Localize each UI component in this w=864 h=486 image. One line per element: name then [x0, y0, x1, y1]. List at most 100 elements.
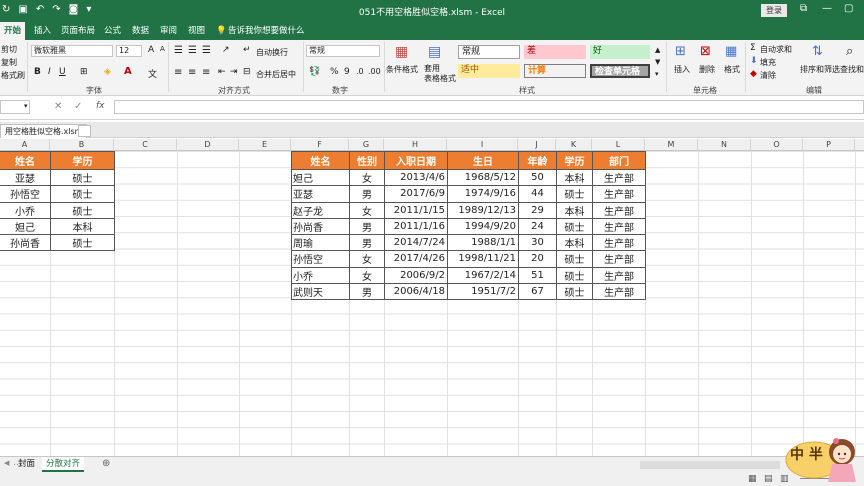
- column-header-P[interactable]: P: [803, 139, 855, 151]
- cell-birthday[interactable]: 1951/7/2: [447, 282, 519, 301]
- cell-name[interactable]: 武则天: [291, 282, 350, 301]
- phonetic-icon[interactable]: 文: [148, 67, 157, 80]
- font-name-select[interactable]: 微软雅黑: [31, 45, 113, 57]
- cut-button[interactable]: 剪切: [1, 44, 17, 55]
- cell-department[interactable]: 生产部: [592, 185, 646, 203]
- decrease-indent-icon[interactable]: ⇤: [218, 67, 226, 77]
- column-header-G[interactable]: G: [349, 139, 384, 151]
- styles-more-icon[interactable]: ▾: [655, 70, 659, 78]
- cell[interactable]: 本科: [50, 217, 115, 236]
- cell-age[interactable]: 24: [518, 217, 557, 236]
- cell-gender[interactable]: 男: [349, 282, 385, 301]
- cell-hire-date[interactable]: 2011/1/15: [384, 201, 448, 219]
- add-sheet-icon[interactable]: ⊕: [102, 458, 110, 469]
- font-size-select[interactable]: 12: [116, 45, 142, 57]
- cell-education[interactable]: 硕士: [556, 250, 593, 268]
- cell-department[interactable]: 生产部: [592, 233, 646, 252]
- cell-birthday[interactable]: 1988/1/1: [447, 233, 519, 252]
- format-cells-button[interactable]: 格式: [724, 64, 740, 75]
- cell-age[interactable]: 44: [518, 185, 557, 203]
- cell[interactable]: 孙尚香: [0, 233, 51, 252]
- cell-name[interactable]: 小乔: [291, 266, 350, 284]
- cell-education[interactable]: 硕士: [556, 217, 593, 236]
- cell-gender[interactable]: 女: [349, 250, 385, 268]
- cell-hire-date[interactable]: 2006/9/2: [384, 266, 448, 284]
- tab-review[interactable]: 审阅: [160, 22, 177, 40]
- cell-education[interactable]: 硕士: [556, 282, 593, 301]
- font-color-icon[interactable]: A: [124, 66, 132, 77]
- header-cell-gender[interactable]: 性别: [349, 151, 385, 170]
- cell-department[interactable]: 生产部: [592, 168, 646, 187]
- column-header-F[interactable]: F: [291, 139, 349, 151]
- cell-education[interactable]: 本科: [556, 201, 593, 219]
- cell-birthday[interactable]: 1974/9/16: [447, 185, 519, 203]
- align-middle-icon[interactable]: ☰: [188, 45, 197, 56]
- column-header-D[interactable]: D: [177, 139, 239, 151]
- cell-age[interactable]: 50: [518, 168, 557, 187]
- cell-birthday[interactable]: 1998/11/21: [447, 250, 519, 268]
- style-calculation[interactable]: 计算: [524, 64, 586, 78]
- cell-gender[interactable]: 女: [349, 201, 385, 219]
- insert-cells-button[interactable]: 插入: [674, 64, 690, 75]
- shrink-font-icon[interactable]: A: [160, 45, 165, 53]
- header-cell-education[interactable]: 学历: [556, 151, 593, 170]
- cell-name[interactable]: 赵子龙: [291, 201, 350, 219]
- bold-icon[interactable]: B: [34, 67, 41, 77]
- worksheet-grid[interactable]: 姓名 学历 亚瑟 硕士 孙悟空 硕士 小乔 硕士 妲己 本科 孙尚香 硕士 姓名…: [0, 151, 864, 456]
- formula-input[interactable]: [114, 100, 864, 114]
- header-cell-hire-date[interactable]: 入职日期: [384, 151, 448, 170]
- column-header-B[interactable]: B: [50, 139, 114, 151]
- column-header-H[interactable]: H: [384, 139, 447, 151]
- wrap-text-button[interactable]: 自动换行: [256, 47, 288, 58]
- cell-hire-date[interactable]: 2017/6/9: [384, 185, 448, 203]
- cell-age[interactable]: 51: [518, 266, 557, 284]
- minimize-icon[interactable]: —: [822, 3, 832, 14]
- conditional-format-button[interactable]: 条件格式: [386, 64, 418, 75]
- cell-department[interactable]: 生产部: [592, 217, 646, 236]
- column-header-L[interactable]: L: [592, 139, 645, 151]
- cell-age[interactable]: 30: [518, 233, 557, 252]
- styles-scroll-down-icon[interactable]: ▼: [655, 58, 660, 66]
- cell[interactable]: 硕士: [50, 185, 115, 203]
- column-header-N[interactable]: N: [698, 139, 751, 151]
- grow-font-icon[interactable]: A: [148, 45, 154, 55]
- cell[interactable]: 妲己: [0, 217, 51, 236]
- italic-icon[interactable]: I: [48, 67, 51, 77]
- number-format-select[interactable]: 常规: [306, 45, 380, 57]
- horizontal-scrollbar[interactable]: [640, 461, 780, 469]
- cell-education[interactable]: 硕士: [556, 185, 593, 203]
- format-painter-button[interactable]: 格式刷: [1, 70, 25, 81]
- column-header-A[interactable]: A: [0, 139, 50, 151]
- cell-hire-date[interactable]: 2013/4/6: [384, 168, 448, 187]
- cell[interactable]: 孙悟空: [0, 185, 51, 203]
- fill-button[interactable]: 填充: [760, 57, 776, 68]
- column-header-E[interactable]: E: [239, 139, 291, 151]
- column-header-O[interactable]: O: [751, 139, 803, 151]
- header-cell-education[interactable]: 学历: [50, 151, 115, 170]
- cancel-icon[interactable]: ✕: [54, 101, 62, 112]
- merge-center-button[interactable]: 合并后居中: [256, 69, 296, 80]
- cell-birthday[interactable]: 1967/2/14: [447, 266, 519, 284]
- cell-birthday[interactable]: 1968/5/12: [447, 168, 519, 187]
- align-center-icon[interactable]: ≡: [188, 67, 196, 78]
- align-top-icon[interactable]: ☰: [174, 45, 183, 56]
- header-cell-name[interactable]: 姓名: [291, 151, 350, 170]
- autosum-button[interactable]: 自动求和: [760, 44, 792, 55]
- new-document-tab[interactable]: [78, 125, 91, 137]
- cell-education[interactable]: 本科: [556, 168, 593, 187]
- cell-age[interactable]: 20: [518, 250, 557, 268]
- normal-view-icon[interactable]: ▦: [748, 474, 757, 484]
- sheet-tab-distribute[interactable]: 分散对齐: [42, 457, 85, 472]
- cell[interactable]: 亚瑟: [0, 168, 51, 187]
- currency-icon[interactable]: 💱: [309, 67, 320, 77]
- cell-hire-date[interactable]: 2011/1/16: [384, 217, 448, 236]
- borders-icon[interactable]: ⊞: [80, 67, 88, 77]
- style-neutral[interactable]: 适中: [458, 64, 520, 78]
- align-bottom-icon[interactable]: ☰: [202, 45, 211, 56]
- style-check-cell[interactable]: 检查单元格: [590, 64, 650, 78]
- cell[interactable]: 硕士: [50, 201, 115, 219]
- comma-button[interactable]: 9: [344, 67, 350, 77]
- cell-name[interactable]: 孙悟空: [291, 250, 350, 268]
- cell-birthday[interactable]: 1989/12/13: [447, 201, 519, 219]
- ribbon-display-icon[interactable]: ⧉: [800, 3, 807, 14]
